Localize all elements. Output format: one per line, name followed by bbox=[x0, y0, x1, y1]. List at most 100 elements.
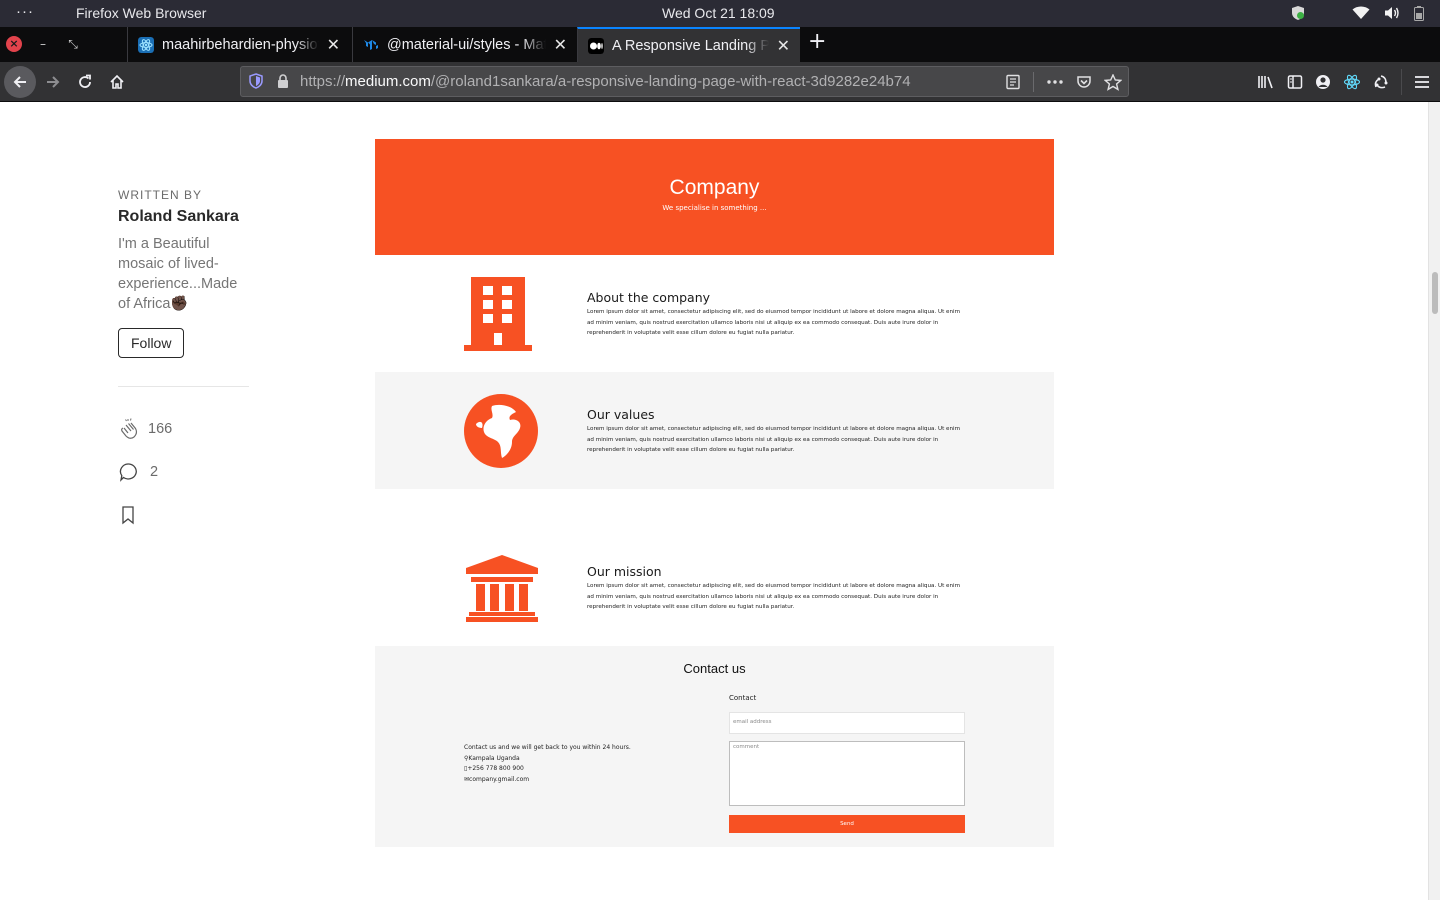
contact-phone: +256 778 800 900 bbox=[467, 765, 524, 772]
lock-icon[interactable] bbox=[277, 74, 289, 89]
contact-email-row: ✉company.gmail.com bbox=[464, 775, 631, 786]
comment-field: comment bbox=[729, 741, 965, 806]
navigation-toolbar: https://medium.com/@roland1sankara/a-res… bbox=[0, 62, 1440, 102]
url-bar[interactable]: https://medium.com/@roland1sankara/a-res… bbox=[240, 66, 1129, 97]
tab-physiotherapy[interactable]: maahirbehardien-physiot ✕ bbox=[127, 27, 350, 62]
pocket-icon[interactable] bbox=[1076, 74, 1092, 90]
reload-button[interactable] bbox=[69, 66, 101, 98]
responses-stat[interactable]: 2 bbox=[118, 461, 258, 483]
hero-title: Company bbox=[669, 176, 760, 199]
claps-stat[interactable]: 166 bbox=[118, 417, 258, 441]
building-icon bbox=[464, 277, 532, 351]
url-scheme: https:// bbox=[300, 73, 346, 90]
feature-mission: Our mission Lorem ipsum dolor sit amet, … bbox=[375, 529, 1054, 646]
system-tray[interactable] bbox=[1290, 5, 1424, 21]
tab-medium-article[interactable]: A Responsive Landing Pa ✕ bbox=[577, 27, 800, 62]
contact-section: Contact us Contact us and we will get ba… bbox=[375, 646, 1054, 847]
material-ui-icon bbox=[364, 39, 378, 50]
page-viewport: WRITTEN BY Roland Sankara I'm a Beautifu… bbox=[0, 102, 1428, 900]
tab-close-icon[interactable]: ✕ bbox=[327, 35, 340, 55]
hero-subtitle: We specialise in something ... bbox=[662, 204, 767, 212]
feature-title: About the company bbox=[587, 290, 711, 305]
claps-count: 166 bbox=[148, 421, 173, 437]
tracking-protection-icon[interactable] bbox=[249, 73, 263, 89]
contact-phone-row: ▯+256 778 800 900 bbox=[464, 764, 631, 775]
url-text[interactable]: https://medium.com/@roland1sankara/a-res… bbox=[300, 73, 911, 90]
contact-info: Contact us and we will get back to you w… bbox=[464, 743, 631, 785]
bookmark-action[interactable] bbox=[118, 505, 258, 525]
separator bbox=[1401, 69, 1402, 95]
new-tab-button[interactable]: + bbox=[808, 29, 826, 54]
response-bubble-icon bbox=[119, 463, 137, 482]
hamburger-menu-icon[interactable] bbox=[1414, 75, 1430, 89]
url-host: medium.com bbox=[345, 73, 431, 90]
tab-material-ui[interactable]: @material-ui/styles - Mat ✕ bbox=[352, 27, 577, 62]
author-bio: I'm a Beautiful mosaic of lived-experien… bbox=[118, 236, 238, 312]
tab-close-icon[interactable]: ✕ bbox=[777, 36, 790, 56]
library-icon[interactable] bbox=[1257, 74, 1275, 90]
bookmark-icon bbox=[122, 506, 134, 525]
more-actions-icon[interactable] bbox=[1046, 74, 1064, 90]
page-scrollbar[interactable] bbox=[1428, 102, 1440, 900]
scrollbar-thumb[interactable] bbox=[1432, 272, 1438, 314]
feature-text: Lorem ipsum dolor sit amet, consectetur … bbox=[587, 309, 961, 336]
window-restore-button[interactable]: ⤡ bbox=[64, 37, 82, 52]
home-button[interactable] bbox=[101, 66, 133, 98]
toolbar-right bbox=[1245, 62, 1430, 102]
contact-form-label: Contact bbox=[729, 694, 757, 702]
back-button[interactable] bbox=[4, 66, 36, 98]
feature-text: Lorem ipsum dolor sit amet, consectetur … bbox=[587, 426, 961, 453]
react-icon bbox=[138, 36, 154, 53]
email-field: email address bbox=[729, 712, 965, 734]
url-path: /@roland1sankara/a-responsive-landing-pa… bbox=[430, 73, 911, 90]
contact-intro: Contact us and we will get back to you w… bbox=[464, 744, 631, 751]
sidebar-toggle-icon[interactable] bbox=[1287, 74, 1303, 90]
account-icon[interactable] bbox=[1315, 74, 1331, 90]
shield-update-icon bbox=[1292, 6, 1304, 20]
author-name[interactable]: Roland Sankara bbox=[118, 208, 258, 226]
author-sidebar: WRITTEN BY Roland Sankara I'm a Beautifu… bbox=[118, 188, 258, 525]
redux-devtools-icon[interactable] bbox=[1373, 74, 1389, 90]
arrow-right-icon bbox=[47, 76, 60, 88]
clock[interactable]: Wed Oct 21 18:09 bbox=[662, 5, 775, 21]
follow-button[interactable]: Follow bbox=[118, 328, 185, 358]
react-devtools-icon[interactable] bbox=[1343, 73, 1361, 91]
feature-values: Our values Lorem ipsum dolor sit amet, c… bbox=[375, 372, 1054, 489]
app-menu[interactable]: Firefox Web Browser bbox=[76, 5, 206, 21]
feature-title: Our mission bbox=[587, 564, 662, 579]
window-minimize-button[interactable]: – bbox=[34, 37, 52, 51]
arrow-left-icon bbox=[13, 76, 26, 88]
institution-icon bbox=[466, 555, 538, 622]
window-controls: × – ⤡ bbox=[6, 36, 82, 52]
reload-icon bbox=[79, 74, 91, 88]
wifi-icon bbox=[1352, 6, 1370, 19]
window-close-button[interactable]: × bbox=[6, 36, 22, 52]
feature-about: About the company Lorem ipsum dolor sit … bbox=[375, 255, 1054, 372]
battery-icon bbox=[1414, 5, 1424, 21]
tab-title: A Responsive Landing Pa bbox=[612, 37, 769, 54]
bookmark-star-icon[interactable] bbox=[1104, 73, 1122, 91]
home-icon bbox=[110, 74, 124, 89]
activities-button[interactable]: ··· bbox=[16, 3, 34, 20]
written-by-label: WRITTEN BY bbox=[118, 188, 202, 202]
reader-view-icon[interactable] bbox=[1005, 74, 1021, 90]
feature-text: Lorem ipsum dolor sit amet, consectetur … bbox=[587, 583, 961, 610]
clap-icon bbox=[121, 418, 138, 439]
landing-page-image: Company We specialise in something ... A… bbox=[375, 139, 1054, 847]
contact-location: Kampala Uganda bbox=[468, 754, 520, 762]
volume-icon bbox=[1385, 7, 1399, 19]
responses-count: 2 bbox=[150, 464, 159, 480]
contact-title: Contact us bbox=[683, 661, 746, 676]
divider bbox=[118, 386, 249, 387]
contact-email: company.gmail.com bbox=[469, 775, 530, 783]
contact-location-row: ⚲Kampala Uganda bbox=[464, 754, 631, 765]
send-button: Send bbox=[729, 815, 965, 833]
tab-title: maahirbehardien-physiot bbox=[162, 36, 319, 53]
forward-button[interactable] bbox=[37, 66, 69, 98]
feature-title: Our values bbox=[587, 407, 655, 422]
url-bar-actions bbox=[1005, 72, 1122, 92]
tab-strip: × – ⤡ maahirbehardien-physiot ✕ @materia… bbox=[0, 27, 1440, 62]
tab-title: @material-ui/styles - Mat bbox=[387, 36, 546, 53]
tab-close-icon[interactable]: ✕ bbox=[554, 35, 567, 55]
hero-banner: Company We specialise in something ... bbox=[375, 139, 1054, 255]
